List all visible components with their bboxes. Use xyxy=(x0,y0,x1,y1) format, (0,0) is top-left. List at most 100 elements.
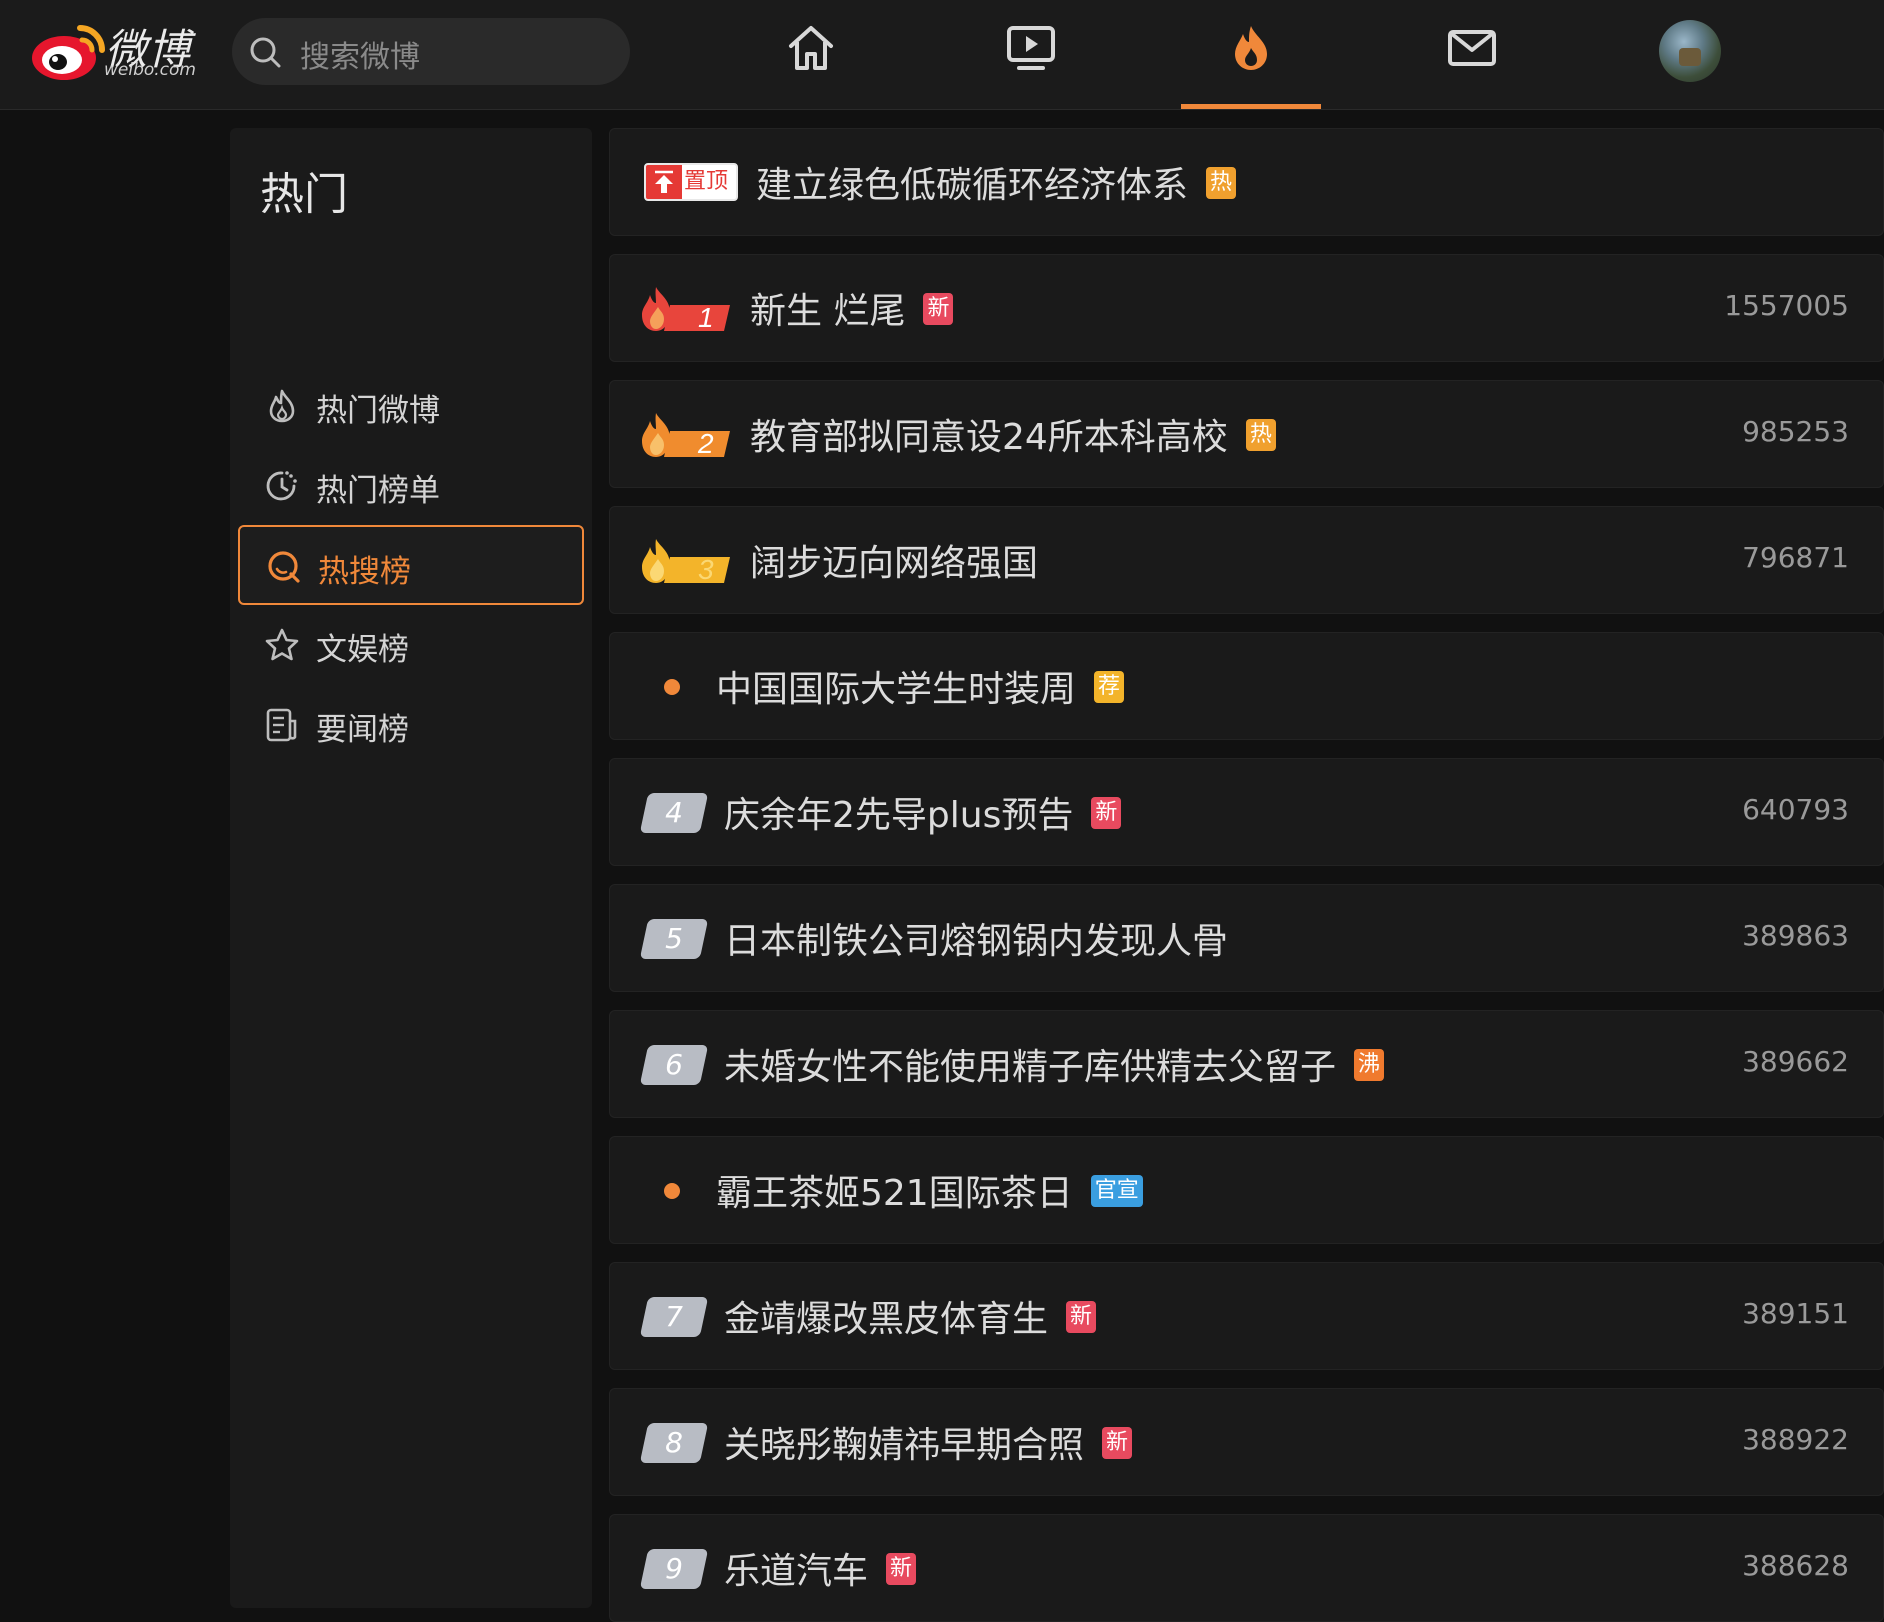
table-row[interactable]: 9 乐道汽车新 388628 xyxy=(609,1514,1884,1622)
table-row[interactable]: 5 日本制铁公司熔钢锅内发现人骨 389863 xyxy=(609,884,1884,992)
mail-icon[interactable] xyxy=(1446,22,1498,74)
row-tag: 沸 xyxy=(1354,1049,1385,1081)
rank-fire-badge-icon: 3 xyxy=(642,539,730,585)
sidebar-item-news[interactable]: 要闻榜 xyxy=(238,685,584,765)
row-count: 388922 xyxy=(1742,1423,1849,1456)
rank-badge: 6 xyxy=(639,1045,709,1085)
logo-subtext: weibo.com xyxy=(104,60,196,80)
row-title[interactable]: 霸王茶姬521国际茶日 官宣 xyxy=(716,1164,1143,1216)
row-title[interactable]: 新生 烂尾新 xyxy=(750,282,954,334)
search-icon xyxy=(250,37,281,68)
active-tab-indicator xyxy=(1181,104,1321,109)
row-title[interactable]: 未婚女性不能使用精子库供精去父留子沸 xyxy=(724,1038,1385,1090)
row-tag: 荐 xyxy=(1094,671,1125,703)
rank-number: 5 xyxy=(665,922,683,955)
row-tag: 新 xyxy=(1066,1301,1097,1333)
rank-badge: 4 xyxy=(639,793,709,833)
row-title[interactable]: 金靖爆改黑皮体育生新 xyxy=(724,1290,1097,1342)
table-row[interactable]: 8 关晓彤鞠婧祎早期合照新 388922 xyxy=(609,1388,1884,1496)
row-count: 985253 xyxy=(1742,415,1849,448)
row-title-text[interactable]: 新生 烂尾 xyxy=(750,291,905,332)
row-title-text[interactable]: 阔步迈向网络强国 xyxy=(750,543,1038,584)
row-title-text[interactable]: 金靖爆改黑皮体育生 xyxy=(724,1299,1048,1340)
row-tag: 新 xyxy=(1102,1427,1133,1459)
sidebar-item-hot-weibo[interactable]: 热门微博 xyxy=(238,366,584,446)
star-icon xyxy=(265,628,299,661)
sidebar-item-hot-search[interactable]: 热搜榜 xyxy=(238,525,584,605)
rank-fire-badge-icon: 1 xyxy=(642,287,730,333)
rank-badge: 7 xyxy=(639,1297,709,1337)
sidebar-title: 热门 xyxy=(260,169,348,220)
pinned-row[interactable]: 置顶 建立绿色低碳循环经济体系热 xyxy=(609,128,1884,236)
hot-fire-icon[interactable] xyxy=(1225,22,1277,74)
search-circle-icon xyxy=(268,551,300,583)
table-row[interactable]: 6 未婚女性不能使用精子库供精去父留子沸 389662 xyxy=(609,1010,1884,1118)
row-title[interactable]: 建立绿色低碳循环经济体系热 xyxy=(756,156,1237,208)
clock-chart-icon xyxy=(266,471,297,501)
row-count: 388628 xyxy=(1742,1549,1849,1582)
row-tag: 官宣 xyxy=(1090,1175,1143,1207)
row-count: 389151 xyxy=(1742,1297,1849,1330)
row-tag: 热 xyxy=(1206,167,1237,199)
table-row[interactable]: 7 金靖爆改黑皮体育生新 389151 xyxy=(609,1262,1884,1370)
avatar[interactable] xyxy=(1659,20,1721,82)
row-title-text[interactable]: 中国国际大学生时装周 xyxy=(716,669,1076,710)
table-row[interactable]: 2 教育部拟同意设24所本科高校热 985253 xyxy=(609,380,1884,488)
table-row[interactable]: 霸王茶姬521国际茶日 官宣 xyxy=(609,1136,1884,1244)
row-title[interactable]: 教育部拟同意设24所本科高校热 xyxy=(750,408,1276,460)
sidebar-item-label: 要闻榜 xyxy=(316,712,409,748)
table-row[interactable]: 4 庆余年2先导plus预告新 640793 xyxy=(609,758,1884,866)
newspaper-icon xyxy=(266,708,297,742)
table-row[interactable]: 3 阔步迈向网络强国 796871 xyxy=(609,506,1884,614)
row-tag: 新 xyxy=(923,293,954,325)
promoted-dot xyxy=(664,1183,680,1199)
row-title-text[interactable]: 霸王茶姬521国际茶日 xyxy=(716,1173,1073,1214)
rank-number: 9 xyxy=(665,1552,683,1585)
pinned-badge-label: 置顶 xyxy=(684,169,729,194)
rank-number: 6 xyxy=(665,1048,683,1081)
pin-up-icon xyxy=(655,170,673,193)
sidebar-item-label: 热门微博 xyxy=(316,393,440,429)
row-title-text[interactable]: 未婚女性不能使用精子库供精去父留子 xyxy=(724,1047,1336,1088)
row-title-text[interactable]: 乐道汽车 xyxy=(724,1551,868,1592)
row-title-text[interactable]: 庆余年2先导plus预告 xyxy=(724,795,1073,836)
sidebar-item-label: 热搜榜 xyxy=(318,554,411,590)
row-count: 1557005 xyxy=(1724,289,1849,322)
row-title[interactable]: 中国国际大学生时装周荐 xyxy=(716,660,1125,712)
row-title[interactable]: 乐道汽车新 xyxy=(724,1542,917,1594)
row-title-text[interactable]: 日本制铁公司熔钢锅内发现人骨 xyxy=(724,921,1228,962)
sidebar: 热门 热门微博 热门榜单 热搜榜 文娱榜 要闻榜 xyxy=(230,128,592,1608)
row-title-text[interactable]: 关晓彤鞠婧祎早期合照 xyxy=(724,1425,1084,1466)
row-title-text[interactable]: 教育部拟同意设24所本科高校 xyxy=(750,417,1228,458)
row-title[interactable]: 日本制铁公司熔钢锅内发现人骨 xyxy=(724,912,1228,964)
rank-number: 4 xyxy=(665,796,683,829)
sidebar-item-entertainment[interactable]: 文娱榜 xyxy=(238,605,584,685)
row-count: 389863 xyxy=(1742,919,1849,952)
row-count: 796871 xyxy=(1742,541,1849,574)
rank-badge: 8 xyxy=(639,1423,709,1463)
row-title[interactable]: 庆余年2先导plus预告新 xyxy=(724,786,1122,838)
home-icon[interactable] xyxy=(785,22,837,74)
rank-badge: 5 xyxy=(639,919,709,959)
table-row[interactable]: 1 新生 烂尾新 1557005 xyxy=(609,254,1884,362)
weibo-logo[interactable]: 微博 weibo.com xyxy=(28,18,208,84)
search-input[interactable]: 搜索微博 xyxy=(300,32,420,76)
video-icon[interactable] xyxy=(1005,22,1057,74)
pinned-badge: 置顶 xyxy=(644,163,738,201)
search-box[interactable]: 搜索微博 xyxy=(232,18,630,85)
rank-number: 1 xyxy=(698,302,714,333)
row-title[interactable]: 阔步迈向网络强国 xyxy=(750,534,1038,586)
rank-number: 2 xyxy=(697,428,714,459)
rank-number: 7 xyxy=(665,1300,683,1333)
promoted-dot xyxy=(664,679,680,695)
sidebar-item-hot-list[interactable]: 热门榜单 xyxy=(238,446,584,526)
table-row[interactable]: 中国国际大学生时装周荐 xyxy=(609,632,1884,740)
row-title-text[interactable]: 建立绿色低碳循环经济体系 xyxy=(756,165,1188,206)
sidebar-item-label: 文娱榜 xyxy=(316,632,409,668)
top-bar: 微博 weibo.com 搜索微博 xyxy=(0,0,1884,110)
row-count: 389662 xyxy=(1742,1045,1849,1078)
row-tag: 新 xyxy=(1091,797,1122,829)
rank-number: 8 xyxy=(665,1426,683,1459)
row-title[interactable]: 关晓彤鞠婧祎早期合照新 xyxy=(724,1416,1133,1468)
flame-outline-icon xyxy=(269,389,295,423)
